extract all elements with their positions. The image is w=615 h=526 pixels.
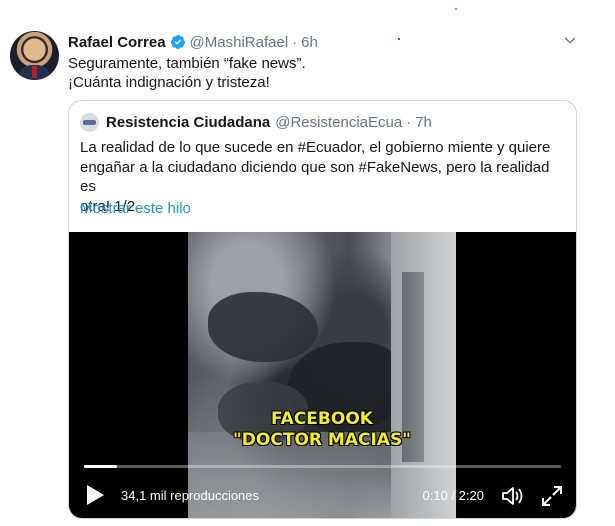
video-progress-bar[interactable] — [84, 465, 561, 468]
verified-badge-icon — [170, 35, 185, 49]
tweet-text-line: Seguramente, también “fake news”. — [68, 55, 306, 72]
tweet[interactable]: Rafael Correa @MashiRafael · 6h Segurame… — [0, 0, 615, 526]
tweet-header: Rafael Correa @MashiRafael · 6h — [68, 32, 318, 52]
separator-dot: · — [292, 33, 298, 51]
view-count: 34,1 mil reproducciones — [121, 488, 260, 503]
quoted-tweet-header: Resistencia Ciudadana @ResistenciaEcua ·… — [80, 112, 432, 132]
video-player[interactable]: FACEBOOK "DOCTOR MACIAS" 34,1 mil reprod… — [69, 232, 576, 518]
show-thread-link[interactable]: Mostrar este hilo — [80, 200, 191, 217]
author-handle[interactable]: @MashiRafael — [190, 34, 289, 51]
quoted-author-name: Resistencia Ciudadana — [106, 113, 271, 131]
avatar-tie — [32, 66, 37, 78]
author-name[interactable]: Rafael Correa — [68, 34, 166, 51]
fullscreen-icon[interactable] — [541, 485, 563, 507]
separator-dot: · — [406, 113, 412, 131]
quoted-author-handle: @ResistenciaEcua — [275, 113, 403, 131]
tweet-text: Seguramente, también “fake news”. ¡Cuánt… — [68, 54, 578, 92]
chevron-down-icon[interactable] — [562, 32, 578, 48]
tweet-text-line: ¡Cuánta indignación y tristeza! — [68, 74, 270, 91]
author-avatar[interactable] — [10, 31, 59, 80]
video-frame — [188, 232, 456, 518]
tweet-time[interactable]: 6h — [301, 34, 318, 51]
quoted-text-line: engañar a la ciudadano diciendo que son … — [80, 158, 550, 196]
decorative-dot — [455, 8, 457, 10]
quoted-text-line: La realidad de lo que sucede en #Ecuador… — [80, 139, 551, 156]
volume-icon[interactable] — [501, 485, 525, 507]
quoted-tweet[interactable]: Resistencia Ciudadana @ResistenciaEcua ·… — [68, 100, 577, 519]
video-watermark: FACEBOOK "DOCTOR MACIAS" — [188, 409, 456, 451]
video-scene — [208, 292, 318, 362]
video-progress-fill — [84, 465, 118, 468]
watermark-line: "DOCTOR MACIAS" — [232, 430, 412, 450]
play-icon[interactable] — [85, 484, 105, 506]
decorative-dot — [398, 38, 400, 40]
video-timecode: 0:10 / 2:20 — [422, 488, 484, 503]
quoted-author-avatar — [80, 112, 99, 132]
quoted-tweet-time: 7h — [415, 113, 432, 131]
watermark-line: FACEBOOK — [271, 409, 373, 429]
